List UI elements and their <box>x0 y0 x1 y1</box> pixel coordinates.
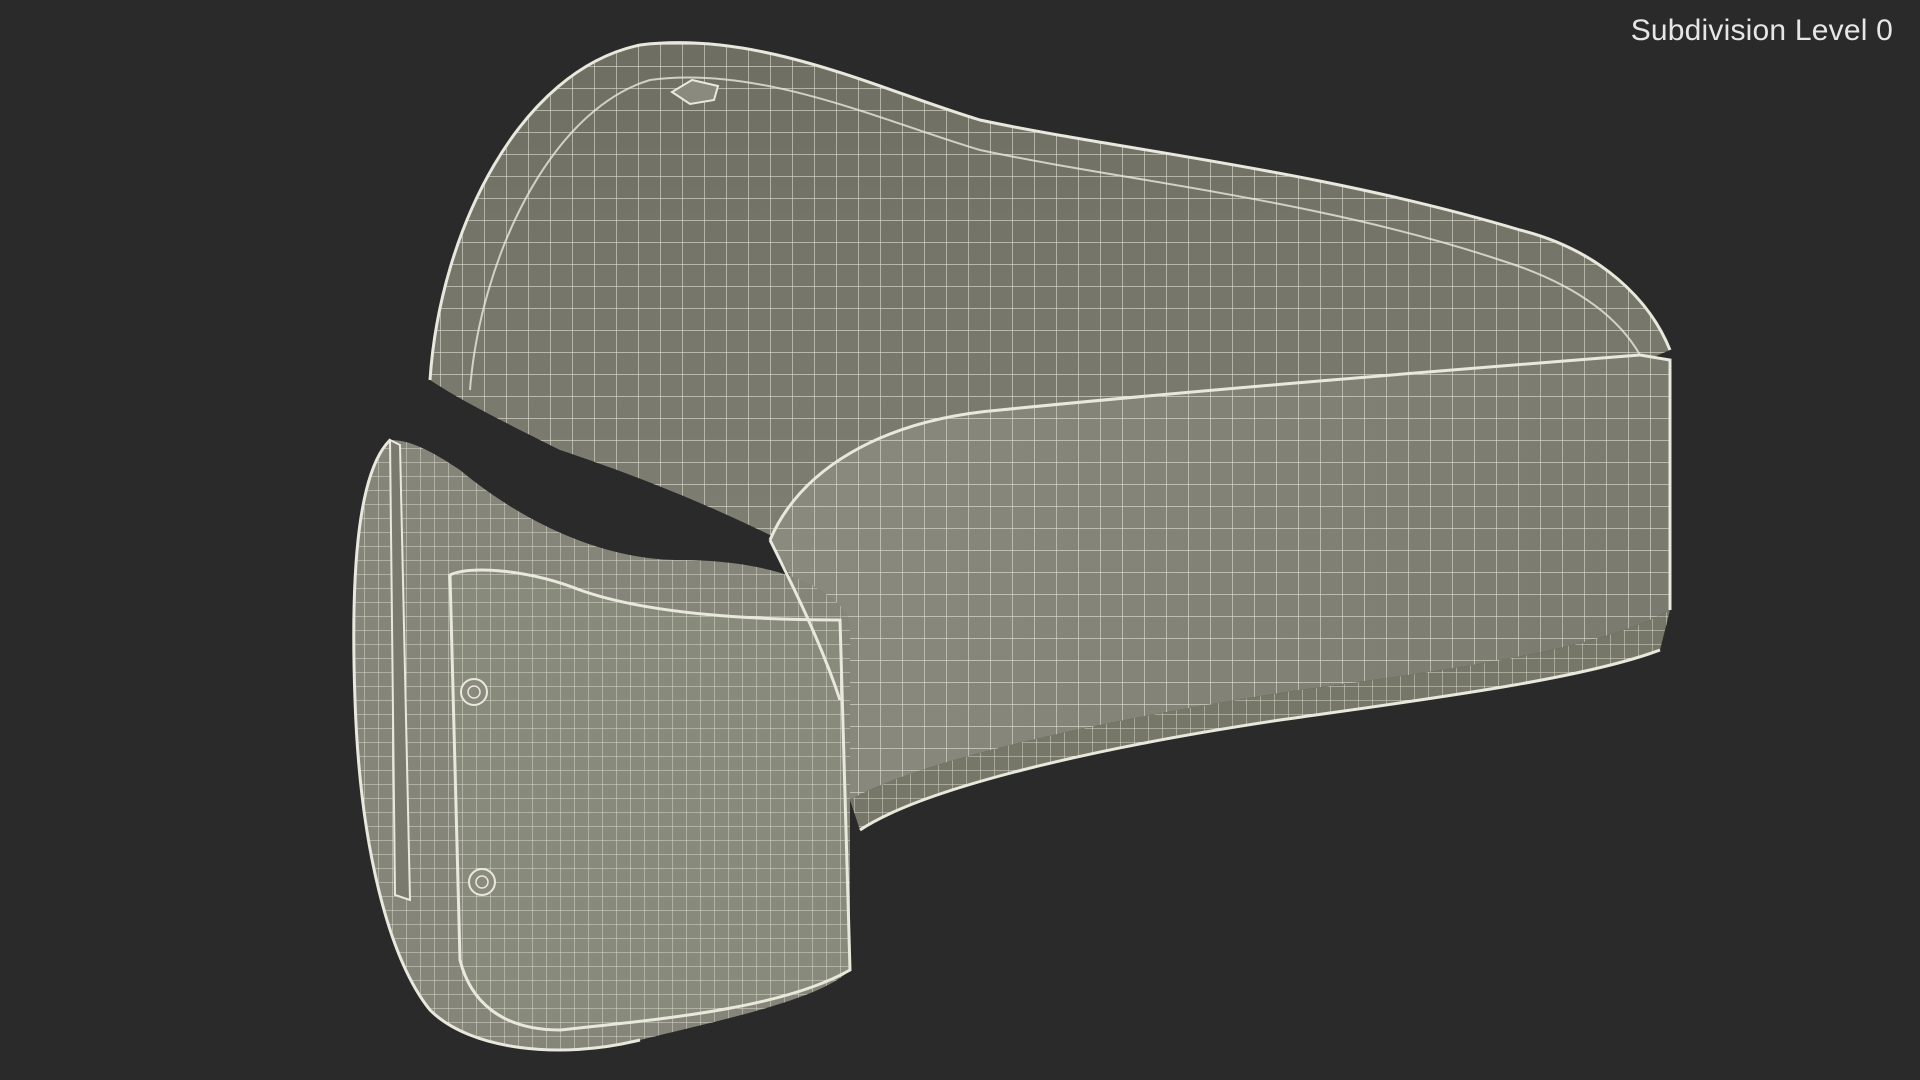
wireframe-render <box>352 41 1672 1052</box>
render-viewport: Subdivision Level 0 <box>0 0 1920 1080</box>
